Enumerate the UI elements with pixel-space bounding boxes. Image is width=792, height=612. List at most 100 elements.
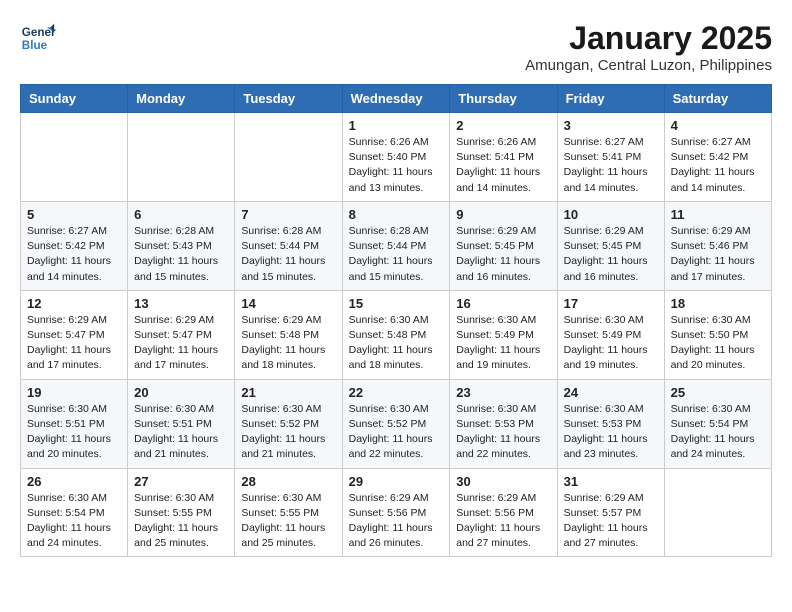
weekday-header-wednesday: Wednesday bbox=[342, 85, 450, 113]
day-number: 11 bbox=[671, 207, 765, 222]
calendar-week-row: 1 Sunrise: 6:26 AM Sunset: 5:40 PM Daylig… bbox=[21, 113, 772, 202]
day-info: Sunrise: 6:28 AM Sunset: 5:44 PM Dayligh… bbox=[349, 224, 444, 285]
calendar-day-cell: 9 Sunrise: 6:29 AM Sunset: 5:45 PM Daylig… bbox=[450, 201, 557, 290]
calendar-week-row: 12 Sunrise: 6:29 AM Sunset: 5:47 PM Dayli… bbox=[21, 290, 772, 379]
day-info: Sunrise: 6:29 AM Sunset: 5:45 PM Dayligh… bbox=[456, 224, 550, 285]
day-info: Sunrise: 6:30 AM Sunset: 5:55 PM Dayligh… bbox=[134, 491, 228, 552]
day-info: Sunrise: 6:30 AM Sunset: 5:54 PM Dayligh… bbox=[671, 402, 765, 463]
day-number: 19 bbox=[27, 385, 121, 400]
day-number: 12 bbox=[27, 296, 121, 311]
calendar-day-cell: 12 Sunrise: 6:29 AM Sunset: 5:47 PM Dayli… bbox=[21, 290, 128, 379]
day-info: Sunrise: 6:30 AM Sunset: 5:53 PM Dayligh… bbox=[564, 402, 658, 463]
day-info: Sunrise: 6:29 AM Sunset: 5:57 PM Dayligh… bbox=[564, 491, 658, 552]
calendar-day-cell: 22 Sunrise: 6:30 AM Sunset: 5:52 PM Dayli… bbox=[342, 379, 450, 468]
day-number: 21 bbox=[241, 385, 335, 400]
calendar-day-cell: 25 Sunrise: 6:30 AM Sunset: 5:54 PM Dayli… bbox=[664, 379, 771, 468]
calendar-day-cell: 27 Sunrise: 6:30 AM Sunset: 5:55 PM Dayli… bbox=[128, 468, 235, 557]
day-number: 14 bbox=[241, 296, 335, 311]
day-info: Sunrise: 6:30 AM Sunset: 5:51 PM Dayligh… bbox=[27, 402, 121, 463]
day-number: 5 bbox=[27, 207, 121, 222]
day-info: Sunrise: 6:29 AM Sunset: 5:56 PM Dayligh… bbox=[456, 491, 550, 552]
day-info: Sunrise: 6:26 AM Sunset: 5:41 PM Dayligh… bbox=[456, 135, 550, 196]
day-number: 23 bbox=[456, 385, 550, 400]
calendar-day-cell: 15Sunrise: 6:30 AM Sunset: 5:48 PM Dayli… bbox=[342, 290, 450, 379]
day-info: Sunrise: 6:30 AM Sunset: 5:52 PM Dayligh… bbox=[349, 402, 444, 463]
calendar-day-cell: 21 Sunrise: 6:30 AM Sunset: 5:52 PM Dayli… bbox=[235, 379, 342, 468]
day-number: 24 bbox=[564, 385, 658, 400]
day-number: 9 bbox=[456, 207, 550, 222]
day-number: 18 bbox=[671, 296, 765, 311]
day-info: Sunrise: 6:30 AM Sunset: 5:51 PM Dayligh… bbox=[134, 402, 228, 463]
day-number: 6 bbox=[134, 207, 228, 222]
calendar-day-cell: 4 Sunrise: 6:27 AM Sunset: 5:42 PM Daylig… bbox=[664, 113, 771, 202]
day-number: 20 bbox=[134, 385, 228, 400]
calendar-empty-cell bbox=[21, 113, 128, 202]
calendar-day-cell: 7Sunrise: 6:28 AM Sunset: 5:44 PM Daylig… bbox=[235, 201, 342, 290]
weekday-header-monday: Monday bbox=[128, 85, 235, 113]
weekday-header-thursday: Thursday bbox=[450, 85, 557, 113]
day-number: 4 bbox=[671, 118, 765, 133]
day-number: 16 bbox=[456, 296, 550, 311]
calendar-day-cell: 16 Sunrise: 6:30 AM Sunset: 5:49 PM Dayli… bbox=[450, 290, 557, 379]
day-number: 31 bbox=[564, 474, 658, 489]
calendar-day-cell: 1 Sunrise: 6:26 AM Sunset: 5:40 PM Daylig… bbox=[342, 113, 450, 202]
day-info: Sunrise: 6:27 AM Sunset: 5:42 PM Dayligh… bbox=[27, 224, 121, 285]
calendar-day-cell: 3Sunrise: 6:27 AM Sunset: 5:41 PM Daylig… bbox=[557, 113, 664, 202]
weekday-header-row: SundayMondayTuesdayWednesdayThursdayFrid… bbox=[21, 85, 772, 113]
day-info: Sunrise: 6:29 AM Sunset: 5:47 PM Dayligh… bbox=[134, 313, 228, 374]
day-number: 7 bbox=[241, 207, 335, 222]
day-info: Sunrise: 6:27 AM Sunset: 5:42 PM Dayligh… bbox=[671, 135, 765, 196]
weekday-header-saturday: Saturday bbox=[664, 85, 771, 113]
day-info: Sunrise: 6:26 AM Sunset: 5:40 PM Dayligh… bbox=[349, 135, 444, 196]
weekday-header-sunday: Sunday bbox=[21, 85, 128, 113]
calendar-day-cell: 28 Sunrise: 6:30 AM Sunset: 5:55 PM Dayli… bbox=[235, 468, 342, 557]
calendar-day-cell: 17Sunrise: 6:30 AM Sunset: 5:49 PM Dayli… bbox=[557, 290, 664, 379]
day-info: Sunrise: 6:30 AM Sunset: 5:54 PM Dayligh… bbox=[27, 491, 121, 552]
calendar-table: SundayMondayTuesdayWednesdayThursdayFrid… bbox=[20, 84, 772, 557]
weekday-header-friday: Friday bbox=[557, 85, 664, 113]
day-info: Sunrise: 6:28 AM Sunset: 5:43 PM Dayligh… bbox=[134, 224, 228, 285]
calendar-week-row: 5 Sunrise: 6:27 AM Sunset: 5:42 PM Daylig… bbox=[21, 201, 772, 290]
calendar-day-cell: 30Sunrise: 6:29 AM Sunset: 5:56 PM Dayli… bbox=[450, 468, 557, 557]
page-header: General Blue January 2025 Amungan, Centr… bbox=[20, 20, 772, 74]
logo: General Blue bbox=[20, 20, 56, 56]
day-info: Sunrise: 6:30 AM Sunset: 5:52 PM Dayligh… bbox=[241, 402, 335, 463]
day-number: 28 bbox=[241, 474, 335, 489]
day-info: Sunrise: 6:30 AM Sunset: 5:55 PM Dayligh… bbox=[241, 491, 335, 552]
calendar-day-cell: 18 Sunrise: 6:30 AM Sunset: 5:50 PM Dayli… bbox=[664, 290, 771, 379]
calendar-day-cell: 31 Sunrise: 6:29 AM Sunset: 5:57 PM Dayli… bbox=[557, 468, 664, 557]
calendar-day-cell: 10 Sunrise: 6:29 AM Sunset: 5:45 PM Dayli… bbox=[557, 201, 664, 290]
calendar-empty-cell bbox=[664, 468, 771, 557]
day-info: Sunrise: 6:30 AM Sunset: 5:49 PM Dayligh… bbox=[456, 313, 550, 374]
calendar-day-cell: 14Sunrise: 6:29 AM Sunset: 5:48 PM Dayli… bbox=[235, 290, 342, 379]
day-number: 22 bbox=[349, 385, 444, 400]
calendar-empty-cell bbox=[128, 113, 235, 202]
calendar-day-cell: 29Sunrise: 6:29 AM Sunset: 5:56 PM Dayli… bbox=[342, 468, 450, 557]
day-number: 1 bbox=[349, 118, 444, 133]
calendar-day-cell: 6 Sunrise: 6:28 AM Sunset: 5:43 PM Daylig… bbox=[128, 201, 235, 290]
month-year-title: January 2025 bbox=[525, 20, 772, 57]
day-info: Sunrise: 6:29 AM Sunset: 5:45 PM Dayligh… bbox=[564, 224, 658, 285]
calendar-day-cell: 5 Sunrise: 6:27 AM Sunset: 5:42 PM Daylig… bbox=[21, 201, 128, 290]
day-number: 13 bbox=[134, 296, 228, 311]
calendar-week-row: 19 Sunrise: 6:30 AM Sunset: 5:51 PM Dayli… bbox=[21, 379, 772, 468]
day-info: Sunrise: 6:30 AM Sunset: 5:50 PM Dayligh… bbox=[671, 313, 765, 374]
weekday-header-tuesday: Tuesday bbox=[235, 85, 342, 113]
day-number: 17 bbox=[564, 296, 658, 311]
day-number: 26 bbox=[27, 474, 121, 489]
svg-text:Blue: Blue bbox=[22, 39, 48, 52]
day-number: 2 bbox=[456, 118, 550, 133]
logo-icon: General Blue bbox=[20, 20, 56, 56]
day-info: Sunrise: 6:29 AM Sunset: 5:47 PM Dayligh… bbox=[27, 313, 121, 374]
day-number: 25 bbox=[671, 385, 765, 400]
calendar-day-cell: 11Sunrise: 6:29 AM Sunset: 5:46 PM Dayli… bbox=[664, 201, 771, 290]
day-info: Sunrise: 6:29 AM Sunset: 5:56 PM Dayligh… bbox=[349, 491, 444, 552]
calendar-empty-cell bbox=[235, 113, 342, 202]
day-number: 27 bbox=[134, 474, 228, 489]
day-number: 3 bbox=[564, 118, 658, 133]
calendar-day-cell: 13 Sunrise: 6:29 AM Sunset: 5:47 PM Dayli… bbox=[128, 290, 235, 379]
calendar-day-cell: 20 Sunrise: 6:30 AM Sunset: 5:51 PM Dayli… bbox=[128, 379, 235, 468]
day-number: 10 bbox=[564, 207, 658, 222]
calendar-day-cell: 23 Sunrise: 6:30 AM Sunset: 5:53 PM Dayli… bbox=[450, 379, 557, 468]
day-info: Sunrise: 6:30 AM Sunset: 5:53 PM Dayligh… bbox=[456, 402, 550, 463]
